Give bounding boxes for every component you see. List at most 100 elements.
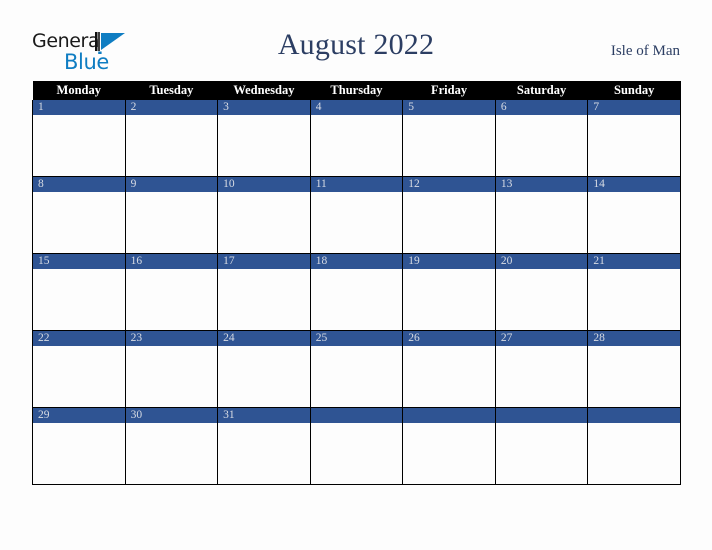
calendar-day-cell[interactable]: 23 — [124, 330, 219, 408]
day-note[interactable] — [311, 423, 402, 484]
calendar-day-cell[interactable]: 26 — [402, 330, 496, 408]
calendar-body: 1 2 3 4 5 6 7 8 9 10 11 12 13 14 15 16 1… — [32, 100, 681, 485]
day-note[interactable] — [219, 423, 310, 484]
day-note[interactable] — [219, 115, 310, 176]
day-number: 20 — [496, 254, 587, 269]
calendar-day-cell[interactable]: 18 — [309, 253, 404, 331]
calendar-day-cell[interactable]: 1 — [32, 100, 126, 177]
day-note[interactable] — [219, 192, 310, 253]
day-note[interactable] — [404, 115, 495, 176]
calendar-day-cell[interactable]: 2 — [124, 100, 219, 177]
day-number: 24 — [218, 331, 310, 346]
calendar-day-cell[interactable]: 24 — [217, 330, 311, 408]
day-note[interactable] — [496, 423, 587, 484]
calendar-day-cell[interactable]: 19 — [402, 253, 496, 331]
weekday-header-thursday: Thursday — [310, 81, 403, 100]
calendar-day-cell[interactable]: 5 — [402, 100, 496, 177]
calendar-day-cell[interactable]: 4 — [309, 100, 404, 177]
calendar-day-cell[interactable]: 29 — [32, 407, 126, 485]
day-number: 9 — [126, 177, 217, 192]
day-number: 23 — [126, 331, 217, 346]
day-number: 30 — [126, 408, 217, 423]
calendar-week-row: 15 16 17 18 19 20 21 — [32, 253, 681, 331]
day-note[interactable] — [219, 269, 310, 330]
day-number: 12 — [403, 177, 495, 192]
calendar-day-cell[interactable] — [587, 407, 681, 485]
day-note[interactable] — [404, 269, 495, 330]
calendar-day-cell[interactable]: 25 — [309, 330, 404, 408]
calendar-day-cell[interactable]: 22 — [32, 330, 126, 408]
calendar-day-cell[interactable] — [309, 407, 404, 485]
day-note[interactable] — [311, 192, 402, 253]
day-number: 27 — [496, 331, 587, 346]
day-number: 16 — [126, 254, 217, 269]
day-number: 25 — [311, 331, 402, 346]
calendar-day-cell[interactable]: 30 — [124, 407, 219, 485]
weekday-header-tuesday: Tuesday — [125, 81, 218, 100]
day-note[interactable] — [126, 115, 217, 176]
day-note[interactable] — [33, 192, 124, 253]
calendar-week-row: 22 23 24 25 26 27 28 — [32, 330, 681, 408]
calendar-day-cell[interactable]: 8 — [32, 176, 126, 254]
day-note[interactable] — [496, 192, 587, 253]
calendar-day-cell[interactable] — [494, 407, 589, 485]
calendar-day-cell[interactable]: 7 — [587, 100, 681, 177]
day-note[interactable] — [589, 192, 680, 253]
calendar-day-cell[interactable]: 31 — [217, 407, 311, 485]
calendar-grid: Monday Tuesday Wednesday Thursday Friday… — [32, 81, 681, 485]
calendar-header-row: Monday Tuesday Wednesday Thursday Friday… — [32, 81, 681, 100]
day-number: 7 — [588, 100, 680, 115]
day-number: 14 — [588, 177, 680, 192]
day-note[interactable] — [589, 423, 680, 484]
day-note[interactable] — [404, 192, 495, 253]
calendar-day-cell[interactable]: 10 — [217, 176, 311, 254]
day-note[interactable] — [496, 115, 587, 176]
day-number: 4 — [311, 100, 402, 115]
day-note[interactable] — [33, 115, 124, 176]
calendar-day-cell[interactable]: 9 — [124, 176, 219, 254]
day-note[interactable] — [311, 346, 402, 407]
day-note[interactable] — [33, 269, 124, 330]
day-note[interactable] — [589, 269, 680, 330]
calendar-day-cell[interactable]: 17 — [217, 253, 311, 331]
day-note[interactable] — [126, 192, 217, 253]
calendar-day-cell[interactable]: 6 — [494, 100, 589, 177]
day-number: 21 — [588, 254, 680, 269]
day-note[interactable] — [496, 269, 587, 330]
calendar-day-cell[interactable]: 28 — [587, 330, 681, 408]
day-note[interactable] — [126, 423, 217, 484]
calendar-day-cell[interactable]: 27 — [494, 330, 589, 408]
day-note[interactable] — [311, 115, 402, 176]
calendar-day-cell[interactable]: 15 — [32, 253, 126, 331]
day-note[interactable] — [33, 346, 124, 407]
day-note[interactable] — [496, 346, 587, 407]
day-note[interactable] — [404, 423, 495, 484]
day-number: 18 — [311, 254, 402, 269]
calendar-day-cell[interactable]: 14 — [587, 176, 681, 254]
location-label: Isle of Man — [610, 43, 680, 59]
calendar-day-cell[interactable]: 13 — [494, 176, 589, 254]
day-note[interactable] — [219, 346, 310, 407]
calendar-day-cell[interactable]: 3 — [217, 100, 311, 177]
day-number: 28 — [588, 331, 680, 346]
day-note[interactable] — [126, 346, 217, 407]
day-number: 1 — [33, 100, 125, 115]
day-number: 26 — [403, 331, 495, 346]
day-note[interactable] — [589, 346, 680, 407]
day-note[interactable] — [33, 423, 124, 484]
calendar-day-cell[interactable]: 16 — [124, 253, 219, 331]
day-note[interactable] — [589, 115, 680, 176]
calendar-day-cell[interactable]: 11 — [309, 176, 404, 254]
day-number — [588, 408, 680, 423]
calendar-week-row: 29 30 31 — [32, 407, 681, 485]
day-note[interactable] — [126, 269, 217, 330]
calendar-day-cell[interactable]: 21 — [587, 253, 681, 331]
calendar-day-cell[interactable] — [402, 407, 496, 485]
day-note[interactable] — [311, 269, 402, 330]
day-number: 3 — [218, 100, 310, 115]
calendar-week-row: 8 9 10 11 12 13 14 — [32, 176, 681, 254]
calendar-day-cell[interactable]: 12 — [402, 176, 496, 254]
calendar-day-cell[interactable]: 20 — [494, 253, 589, 331]
day-note[interactable] — [404, 346, 495, 407]
day-number: 29 — [33, 408, 125, 423]
